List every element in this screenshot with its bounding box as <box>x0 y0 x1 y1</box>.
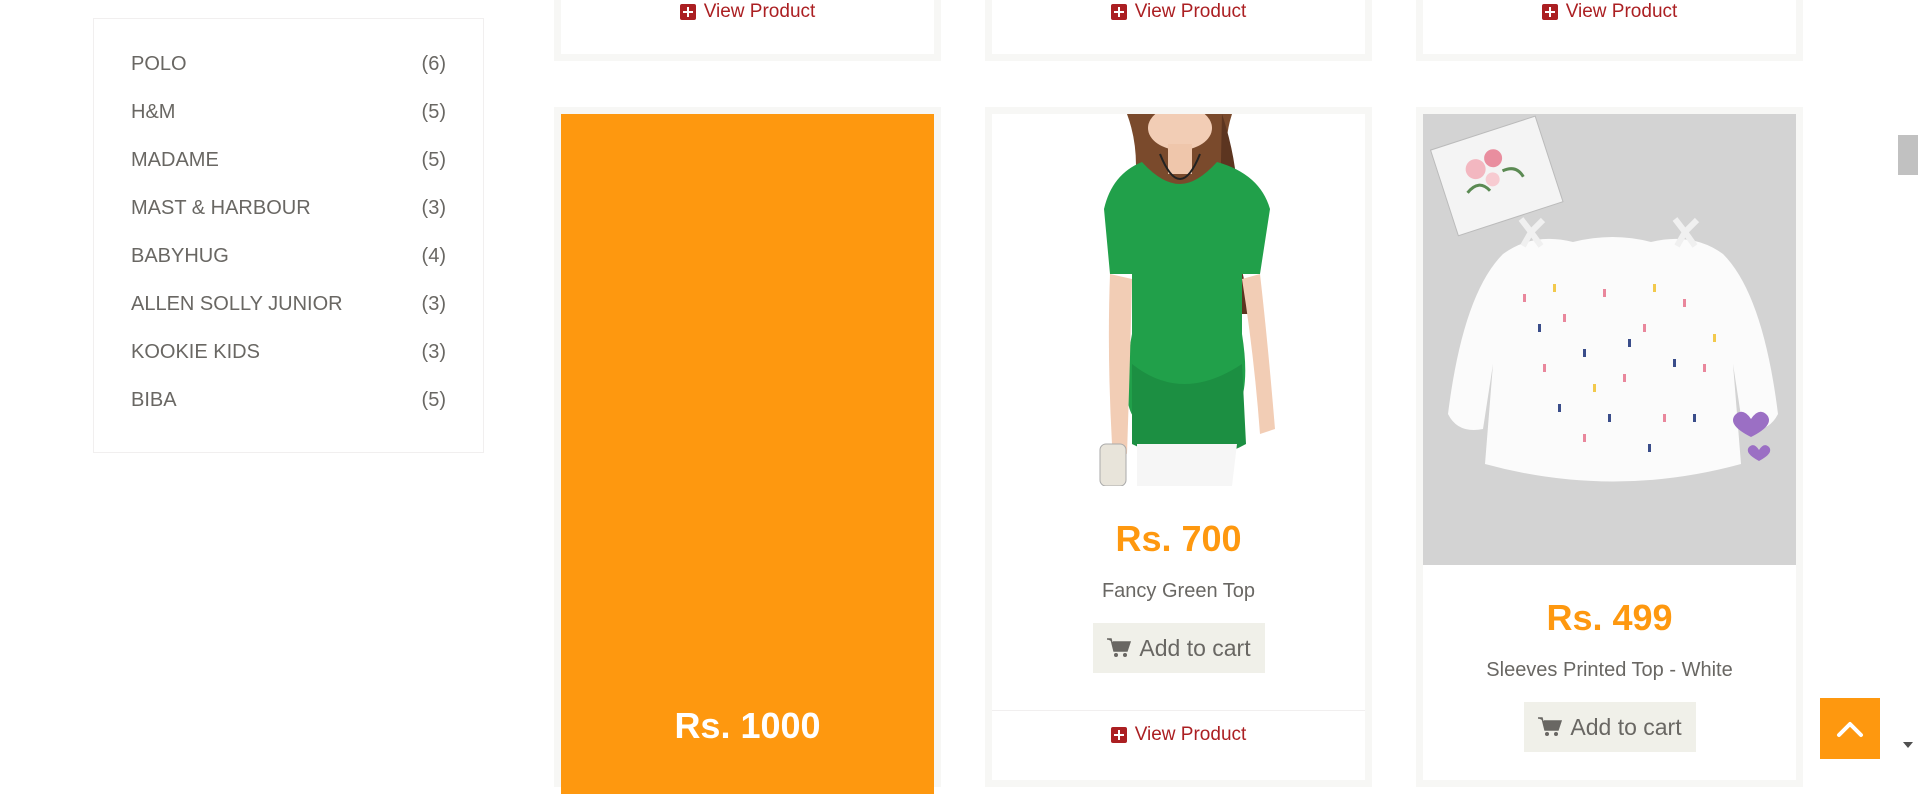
add-to-cart-label: Add to cart <box>1570 713 1682 740</box>
product-card: View Product <box>1416 0 1803 61</box>
view-product-link[interactable]: View Product <box>561 0 934 36</box>
scrollbar-thumb[interactable] <box>1898 135 1918 175</box>
brand-name: BABYHUG <box>131 244 229 267</box>
brand-item-madame[interactable]: MADAME (5) <box>131 145 446 175</box>
plus-square-icon <box>1110 727 1127 743</box>
plus-square-icon <box>1541 4 1558 20</box>
view-product-link[interactable]: View Product <box>992 0 1365 36</box>
brand-count: (3) <box>421 340 446 363</box>
product-card: Rs. 499 Sleeves Printed Top - White Add … <box>1416 107 1803 787</box>
product-price: Rs. 1000 <box>674 705 821 746</box>
brand-item-polo[interactable]: POLO (6) <box>131 49 446 79</box>
plus-square-icon <box>679 4 696 20</box>
view-product-label: View Product <box>1134 1 1247 22</box>
brand-name: POLO <box>131 52 187 75</box>
product-name: Fancy Green Top <box>1101 580 1256 602</box>
product-price: Rs. 499 <box>1546 597 1673 638</box>
product-card: View Product <box>554 0 941 61</box>
brand-count: (6) <box>421 52 446 75</box>
product-card: Rs. 1000 <box>554 107 941 794</box>
brand-item-kookie-kids[interactable]: KOOKIE KIDS (3) <box>131 337 446 367</box>
brand-item-allen-solly-junior[interactable]: ALLEN SOLLY JUNIOR (3) <box>131 289 446 319</box>
product-name: Sleeves Printed Top - White <box>1486 659 1733 681</box>
add-to-cart-button[interactable]: Add to cart <box>1524 702 1696 752</box>
brand-item-biba[interactable]: BIBA (5) <box>131 385 446 415</box>
product-image <box>1423 114 1796 565</box>
brand-name: MAST & HARBOUR <box>131 196 311 219</box>
plus-square-icon <box>1110 4 1127 20</box>
product-card: Rs. 700 Fancy Green Top Add to cart View… <box>985 107 1372 787</box>
brand-name: ALLEN SOLLY JUNIOR <box>131 292 343 315</box>
shopping-cart-icon <box>1538 717 1563 736</box>
view-product-label: View Product <box>1134 724 1247 745</box>
brand-count: (4) <box>421 244 446 267</box>
brand-name: KOOKIE KIDS <box>131 340 260 363</box>
shopping-cart-icon <box>1107 638 1132 657</box>
view-product-label: View Product <box>1565 1 1678 22</box>
brand-count: (5) <box>421 388 446 411</box>
view-product-link[interactable]: View Product <box>1423 0 1796 36</box>
brand-item-babyhug[interactable]: BABYHUG (4) <box>131 241 446 271</box>
add-to-cart-label: Add to cart <box>1139 634 1251 661</box>
brand-item-mast-harbour[interactable]: MAST & HARBOUR (3) <box>131 193 446 223</box>
product-price: Rs. 700 <box>1115 518 1242 559</box>
product-image-placeholder <box>561 114 934 794</box>
view-product-link[interactable]: View Product <box>992 710 1365 759</box>
product-image <box>992 114 1365 486</box>
brand-name: MADAME <box>131 148 219 171</box>
product-card: View Product <box>985 0 1372 61</box>
brand-count: (3) <box>421 196 446 219</box>
brand-name: H&M <box>131 100 176 123</box>
brand-item-hm[interactable]: H&M (5) <box>131 97 446 127</box>
chevron-up-icon <box>1837 721 1863 737</box>
view-product-label: View Product <box>703 1 816 22</box>
scrollbar-track[interactable] <box>1897 0 1920 759</box>
scroll-to-top-button[interactable] <box>1820 698 1880 759</box>
brand-name: BIBA <box>131 388 177 411</box>
brand-count: (3) <box>421 292 446 315</box>
scroll-down-arrow-icon[interactable] <box>1903 742 1913 748</box>
add-to-cart-button[interactable]: Add to cart <box>1093 623 1265 673</box>
brand-count: (5) <box>421 148 446 171</box>
brand-count: (5) <box>421 100 446 123</box>
brands-panel: POLO (6) H&M (5) MADAME (5) MAST & HARBO… <box>93 18 484 453</box>
